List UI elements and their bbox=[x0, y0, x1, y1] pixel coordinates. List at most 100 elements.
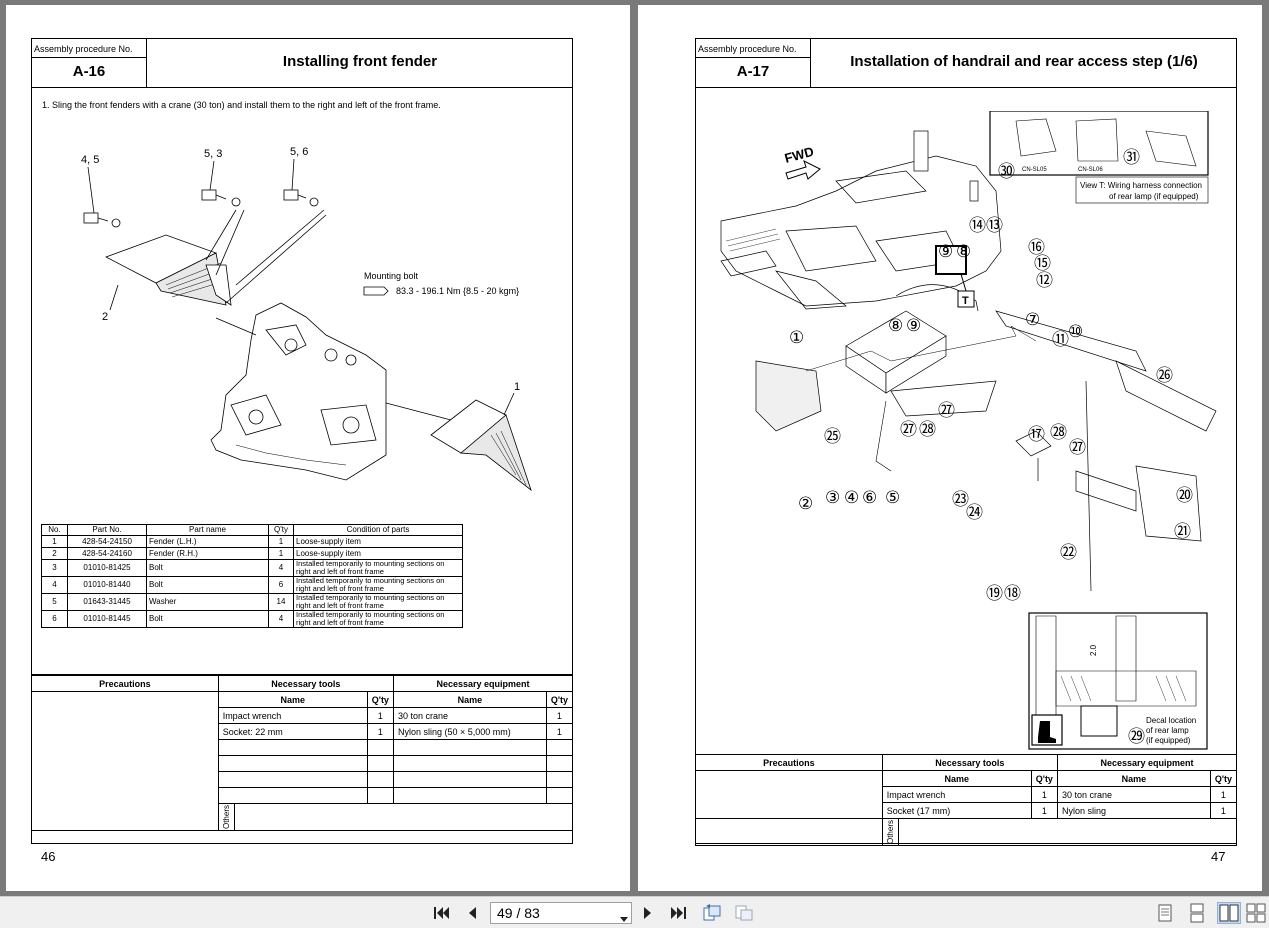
tool-name: Socket (17 mm) bbox=[881, 802, 1032, 819]
page-number-input[interactable]: 49 / 83 bbox=[490, 902, 632, 924]
decal-caption-1: Decal location bbox=[1146, 716, 1196, 725]
callout-27b: ㉗ bbox=[900, 420, 917, 440]
part-no-cell: 4 bbox=[41, 576, 68, 594]
table-row: 2 428-54-24160 Fender (R.H.) 1 Loose-sup… bbox=[41, 547, 463, 560]
necessary-equipment-header: Necessary equipment bbox=[1056, 754, 1238, 771]
callout-8a: ⑧ bbox=[888, 316, 903, 336]
col-condition: Condition of parts bbox=[293, 524, 463, 536]
prev-page-icon[interactable] bbox=[462, 903, 482, 923]
two-page-continuous-icon[interactable] bbox=[1244, 902, 1268, 924]
col-part-name: Part name bbox=[146, 524, 269, 536]
precautions-header: Precautions bbox=[31, 675, 219, 692]
page-dropdown-chevron-icon[interactable] bbox=[620, 910, 628, 928]
equipment-qty-header: Q'ty bbox=[1209, 770, 1238, 787]
tools-name-header: Name bbox=[217, 691, 368, 708]
parts-table-header: No. Part No. Part name Q'ty Condition of… bbox=[41, 524, 463, 536]
callout-9a: ⑨ bbox=[906, 316, 921, 336]
equipment-qty: 1 bbox=[1209, 802, 1238, 819]
fender-diagram: 4, 5 5, 3 5, 6 2 1 Mounting bolt 83.3 - … bbox=[81, 146, 532, 492]
callout-20: ⑳ bbox=[1176, 486, 1193, 506]
view-t-caption-2: of rear lamp (if equipped) bbox=[1109, 192, 1199, 201]
dimension-label: 2.0 bbox=[1089, 644, 1098, 656]
callout-1: ① bbox=[789, 328, 804, 348]
callout-4: ④ bbox=[844, 488, 859, 508]
last-page-icon[interactable] bbox=[668, 903, 688, 923]
callout-8b: ⑧ bbox=[956, 242, 971, 262]
part-condition-cell: Loose-supply item bbox=[293, 547, 463, 560]
callout-13: ⑬ bbox=[986, 216, 1003, 236]
callout-14: ⑭ bbox=[969, 216, 986, 236]
next-page-icon[interactable] bbox=[638, 903, 658, 923]
decal-caption-3: (if equipped) bbox=[1146, 736, 1191, 745]
equipment-name-header: Name bbox=[1056, 770, 1211, 787]
parts-table: No. Part No. Part name Q'ty Condition of… bbox=[41, 524, 463, 628]
view-t-caption-1: View T: Wiring harness connection bbox=[1080, 181, 1202, 190]
necessary-equipment-header: Necessary equipment bbox=[392, 675, 574, 692]
mounting-bolt-label: Mounting bolt bbox=[364, 271, 419, 281]
tools-qty-header: Q'ty bbox=[1030, 770, 1058, 787]
part-condition-cell: Loose-supply item bbox=[293, 535, 463, 548]
wrench-icon bbox=[363, 286, 389, 296]
callout-16: ⑯ bbox=[1028, 238, 1045, 258]
col-no: No. bbox=[41, 524, 68, 536]
callout-21: ㉑ bbox=[1174, 522, 1191, 542]
continuous-view-icon[interactable] bbox=[1185, 902, 1209, 924]
callout-7: ⑦ bbox=[1025, 310, 1040, 330]
callout-28a: ㉘ bbox=[919, 420, 936, 440]
part-qty-cell: 1 bbox=[268, 535, 294, 548]
callout-6: ⑥ bbox=[862, 488, 877, 508]
procedure-number: A-17 bbox=[736, 63, 770, 80]
callout-27c: ㉗ bbox=[1069, 438, 1086, 458]
callout-10: ⑩ bbox=[1068, 322, 1083, 342]
col-part-no: Part No. bbox=[67, 524, 147, 536]
part-no-cell: 5 bbox=[41, 593, 68, 611]
table-row: 5 01643-31445 Washer 14 Installed tempor… bbox=[41, 593, 463, 611]
equipment-name-header: Name bbox=[392, 691, 547, 708]
part-qty-cell: 4 bbox=[268, 559, 294, 577]
connector-a-label: CN-SL05 bbox=[1022, 167, 1047, 173]
page-title: Installation of handrail and rear access… bbox=[850, 53, 1198, 70]
callout-4-5: 4, 5 bbox=[81, 154, 99, 166]
tools-qty-header: Q'ty bbox=[366, 691, 394, 708]
fwd-label: FWD bbox=[783, 144, 815, 166]
callout-29: ㉙ bbox=[1128, 727, 1145, 747]
callout-25: ㉕ bbox=[824, 427, 841, 447]
page-number: 47 bbox=[1211, 849, 1226, 864]
tool-qty: 1 bbox=[366, 707, 394, 724]
copy-icon[interactable] bbox=[734, 903, 754, 923]
callout-30: ㉚ bbox=[998, 162, 1015, 182]
part-name-cell: Fender (L.H.) bbox=[146, 535, 269, 548]
rotate-icon[interactable] bbox=[702, 903, 722, 923]
decal-caption-2: of rear lamp bbox=[1146, 726, 1189, 735]
part-qty-cell: 4 bbox=[268, 610, 294, 628]
page-number: 46 bbox=[41, 849, 56, 864]
first-page-icon[interactable] bbox=[432, 903, 452, 923]
equipment-name: 30 ton crane bbox=[392, 707, 547, 724]
tool-qty: 1 bbox=[366, 723, 394, 740]
part-name-cell: Bolt bbox=[146, 559, 269, 577]
table-row: 4 01010-81440 Bolt 6 Installed temporari… bbox=[41, 576, 463, 594]
callout-5-6: 5, 6 bbox=[290, 146, 308, 158]
page-title: Installing front fender bbox=[282, 53, 438, 70]
tool-name: Impact wrench bbox=[217, 707, 368, 724]
part-name-cell: Washer bbox=[146, 593, 269, 611]
left-page: Assembly procedure No. A-16 Installing f… bbox=[6, 5, 630, 891]
connector-b-label: CN-SL06 bbox=[1078, 167, 1103, 173]
part-number-cell: 01643-31445 bbox=[67, 593, 147, 611]
t-label: T bbox=[962, 295, 969, 307]
tool-name: Impact wrench bbox=[881, 786, 1032, 803]
tools-table: Precautions Necessary tools Necessary eq… bbox=[31, 675, 574, 831]
view-t-inset: CN-SL05 CN-SL06 View T: Wiring harness c… bbox=[989, 111, 1209, 204]
others-row: Others bbox=[695, 818, 1238, 846]
part-condition-cell: Installed temporarily to mounting sectio… bbox=[293, 610, 463, 628]
equipment-qty: 1 bbox=[545, 723, 574, 740]
part-number-cell: 01010-81425 bbox=[67, 559, 147, 577]
col-qty: Q'ty bbox=[268, 524, 294, 536]
callout-28b: ㉘ bbox=[1050, 423, 1067, 443]
part-name-cell: Fender (R.H.) bbox=[146, 547, 269, 560]
two-page-view-icon[interactable] bbox=[1217, 902, 1241, 924]
precautions-cell bbox=[31, 691, 219, 831]
viewer-toolbar: 49 / 83 bbox=[0, 896, 1269, 928]
single-page-view-icon[interactable] bbox=[1153, 902, 1177, 924]
equipment-qty-header: Q'ty bbox=[545, 691, 574, 708]
